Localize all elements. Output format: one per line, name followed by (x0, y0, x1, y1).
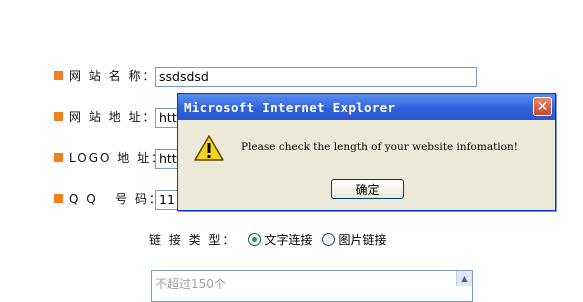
site-name-input[interactable]: ssdsdsd (155, 67, 477, 87)
ok-button[interactable]: 确定 (331, 179, 404, 199)
close-icon[interactable]: ✕ (533, 97, 552, 116)
form-row-site-name: 网 站 名 称： (54, 65, 156, 85)
radio-checked-icon[interactable] (248, 233, 262, 246)
link-type-group: 链 接 类 型： 文字连接 图片链接 (149, 231, 396, 248)
radio-unchecked-icon[interactable] (322, 233, 336, 246)
description-placeholder: 不超过150个 (155, 277, 226, 291)
scroll-up-icon[interactable]: ▲ (456, 271, 472, 286)
bullet-icon (54, 111, 63, 121)
description-textarea[interactable]: 不超过150个 ▲ (151, 270, 473, 302)
qq-label: Q Q 号 码： (69, 191, 163, 206)
link-type-image-label: 图片链接 (338, 233, 387, 247)
bullet-icon (54, 193, 63, 203)
bullet-icon (54, 152, 63, 162)
alert-dialog: Microsoft Internet Explorer ✕ Please che… (177, 93, 556, 211)
dialog-titlebar[interactable]: Microsoft Internet Explorer ✕ (178, 94, 555, 120)
link-type-text-label: 文字连接 (264, 233, 313, 247)
dialog-message: Please check the length of your website … (241, 141, 518, 153)
logo-url-label: LOGO 地 址： (69, 150, 166, 165)
form-row-site-url: 网 站 地 址： (54, 106, 156, 126)
form-row-logo-url: LOGO 地 址： (54, 147, 165, 167)
site-url-label: 网 站 地 址： (69, 109, 157, 124)
dialog-title: Microsoft Internet Explorer (184, 99, 396, 115)
form-row-qq: Q Q 号 码： (54, 188, 163, 208)
bullet-icon (54, 70, 63, 80)
site-name-label: 网 站 名 称： (69, 68, 157, 83)
warning-icon (194, 135, 224, 161)
link-type-text-option[interactable]: 文字连接 (248, 231, 312, 248)
link-type-label: 链 接 类 型： (149, 233, 237, 247)
link-type-image-option[interactable]: 图片链接 (322, 231, 386, 248)
